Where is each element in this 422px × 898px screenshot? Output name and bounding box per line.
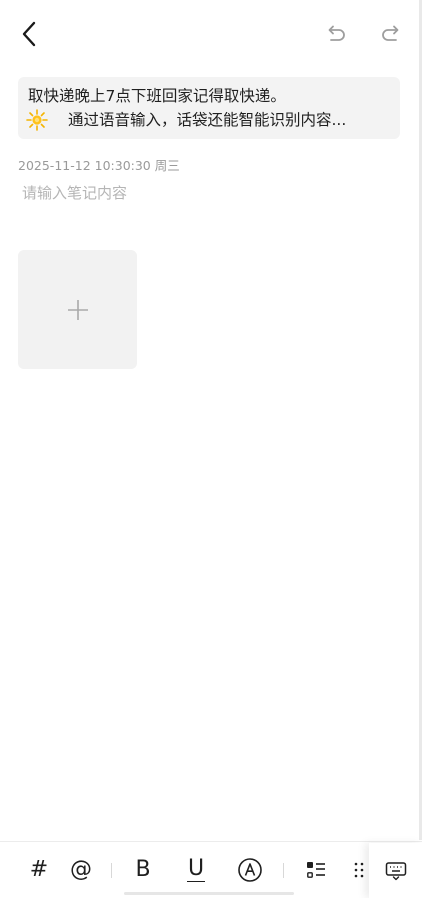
highlight-icon [238,858,262,882]
tip-hint-text: 通过语音输入，话袋还能智能识别内容... [68,111,347,129]
chevron-left-icon [22,21,36,47]
note-timestamp: 2025-11-12 10:30:30 周三 [18,158,180,173]
underline-bar [187,880,205,883]
underline-button[interactable]: U [184,856,208,884]
checklist-icon [307,862,325,878]
home-indicator [124,892,294,895]
bullet-list-button[interactable] [352,856,368,884]
hashtag-button[interactable]: # [28,856,50,884]
sparkle-icon [26,109,48,131]
bullet-list-icon [354,862,364,878]
toolbar-divider [111,863,112,878]
tip-hint-row: 通过语音输入，话袋还能智能识别内容... [26,109,390,131]
tip-example-text: 取快递晚上7点下班回家记得取快递。 [28,87,286,105]
add-image-button[interactable] [18,250,137,369]
underline-label: U [187,855,205,881]
bold-label: B [135,857,151,882]
redo-icon [382,25,399,41]
keyboard-icon [385,861,406,880]
note-content-input[interactable] [22,180,392,206]
back-button[interactable] [14,18,46,50]
undo-button[interactable] [322,20,350,48]
format-toolbar: # @ B U [0,841,422,898]
bold-button[interactable]: B [131,856,155,884]
mention-button[interactable]: @ [68,856,94,884]
voice-tip-card[interactable]: 取快递晚上7点下班回家记得取快递。 通过语音输入，话袋还能智能识别内容... [18,77,400,139]
highlight-button[interactable] [236,856,264,884]
checklist-button[interactable] [304,856,328,884]
keyboard-toggle-button[interactable] [369,843,422,898]
toolbar-divider [283,863,284,878]
redo-button[interactable] [377,20,405,48]
plus-icon [67,299,88,320]
undo-icon [328,25,345,41]
top-bar [0,0,422,68]
